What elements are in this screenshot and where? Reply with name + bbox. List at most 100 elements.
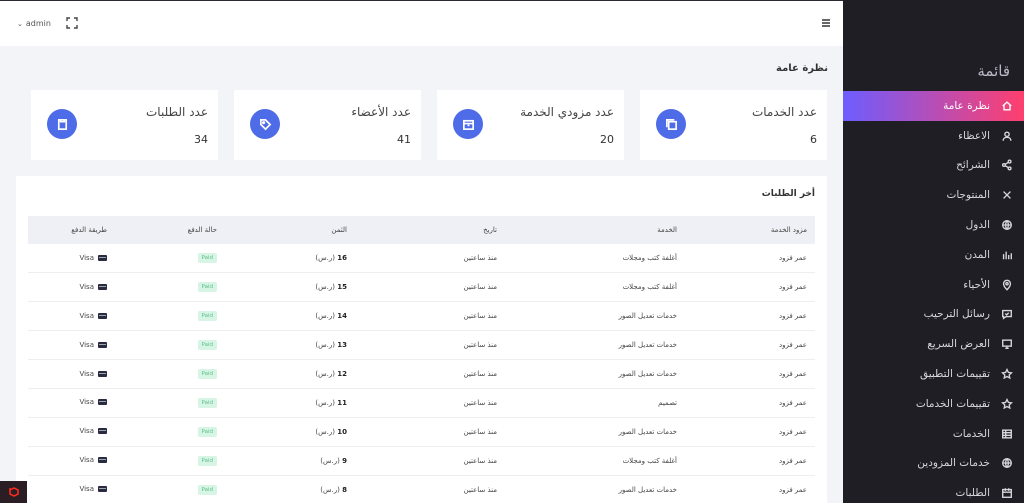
status-badge: Paid	[197, 282, 217, 293]
credit-card-icon	[98, 341, 107, 348]
provider-cell: عمر فزود	[778, 427, 807, 436]
provider-cell: عمر فزود	[778, 398, 807, 407]
latest-orders-panel: أخر الطلبات مزود الخدمة الخدمة تاريخ الث…	[16, 176, 827, 503]
menu-toggle-icon[interactable]	[821, 18, 831, 28]
date-cell: منذ ساعتين	[463, 341, 498, 350]
price-value: 12	[337, 370, 347, 378]
card-label: عدد الطلبات	[146, 105, 208, 119]
status-badge: Paid	[197, 397, 217, 408]
sidebar-item[interactable]: خدمات المزودين	[843, 449, 1024, 479]
page-title: نظرة عامة	[776, 63, 828, 74]
provider-cell: عمر فزود	[778, 312, 807, 321]
sidebar-item-label: تقييمات التطبيق	[919, 368, 990, 381]
service-cell: أغلفة كتب ومجلات	[622, 283, 677, 292]
clipboard-icon	[47, 109, 77, 139]
sidebar-item[interactable]: المدن	[843, 240, 1024, 270]
sidebar-item[interactable]: العرض السريع	[843, 329, 1024, 359]
method-label: Visa	[79, 282, 94, 291]
method-cell: Visa	[28, 273, 115, 302]
sidebar-item[interactable]: رسائل الترحيب	[843, 300, 1024, 330]
price-cell: 10 (ر.س)	[225, 417, 355, 446]
card-value: 34	[194, 133, 208, 146]
sidebar-item[interactable]: تقييمات التطبيق	[843, 359, 1024, 389]
table-row[interactable]: عمر فزود تصميم منذ ساعتين 11 (ر.س) Paid Visa	[28, 388, 815, 418]
sidebar-item[interactable]: الشرائح	[843, 151, 1024, 181]
credit-card-icon	[98, 399, 107, 406]
method-cell: Visa	[28, 331, 115, 360]
method-label: Visa	[79, 369, 94, 378]
credit-card-icon	[98, 312, 107, 319]
fullscreen-icon[interactable]	[66, 17, 78, 29]
bar-chart-icon	[1000, 248, 1014, 262]
method-label: Visa	[79, 398, 94, 407]
user-icon	[1000, 129, 1014, 143]
sidebar-item[interactable]: الخدمات	[843, 419, 1024, 449]
sidebar-item[interactable]: الدول	[843, 210, 1024, 240]
user-menu-label: admin	[25, 19, 51, 28]
status-cell: Paid	[115, 331, 225, 360]
credit-card-icon	[98, 428, 107, 435]
star-icon	[1000, 397, 1014, 411]
home-icon	[1000, 99, 1014, 113]
table-row[interactable]: عمر فزود خدمات تعديل الصور منذ ساعتين 13 (ر…	[28, 331, 815, 360]
debugbar-toggle[interactable]	[0, 481, 27, 503]
currency-label: (ر.س)	[315, 312, 336, 321]
price-cell: 15 (ر.س)	[225, 273, 355, 302]
sidebar-item-label: المنتوجات	[946, 189, 990, 202]
table-row[interactable]: عمر فزود خدمات تعديل الصور منذ ساعتين 14 (ر…	[28, 302, 815, 331]
card-label: عدد مزودي الخدمة	[520, 105, 614, 119]
column-header: الثمن	[331, 226, 347, 234]
price-cell: 14 (ر.س)	[225, 302, 355, 331]
table-row[interactable]: عمر فزود خدمات تعديل الصور منذ ساعتين 10 (ر…	[28, 417, 815, 447]
price-value: 8	[342, 485, 347, 494]
sidebar-item-label: الشرائح	[956, 159, 990, 172]
map-pin-icon	[1000, 278, 1014, 292]
currency-label: (ر.س)	[320, 456, 340, 465]
table-row[interactable]: عمر فزود أغلفة كتب ومجلات منذ ساعتين 9 (ر.س…	[28, 446, 815, 476]
sidebar-item[interactable]: تقييمات الخدمات	[843, 389, 1024, 419]
currency-label: (ر.س)	[315, 341, 336, 350]
provider-cell: عمر فزود	[778, 283, 807, 292]
table-row[interactable]: عمر فزود أغلفة كتب ومجلات منذ ساعتين 15 (ر.…	[28, 273, 815, 302]
credit-card-icon	[98, 254, 107, 261]
price-value: 11	[337, 398, 347, 407]
status-cell: Paid	[115, 302, 225, 331]
table-row[interactable]: عمر فزود أغلفة كتب ومجلات منذ ساعتين 16 (ر.…	[28, 244, 815, 273]
table-header-row: مزود الخدمة الخدمة تاريخ الثمن حالة الدف…	[28, 216, 815, 244]
method-cell: Visa	[28, 302, 115, 331]
credit-card-icon	[98, 370, 107, 377]
status-badge: Paid	[197, 484, 217, 495]
card-providers: عدد مزودي الخدمة 20	[437, 90, 624, 160]
panel-title: أخر الطلبات	[761, 189, 815, 199]
sidebar-item-label: تقييمات الخدمات	[915, 397, 990, 410]
status-badge: Paid	[197, 253, 217, 264]
method-label: Visa	[79, 253, 94, 262]
provider-cell: عمر فزود	[778, 370, 807, 378]
card-members: عدد الأعضاء 41	[234, 90, 421, 160]
method-cell: Visa	[28, 244, 115, 273]
price-cell: 8 (ر.س)	[225, 475, 355, 503]
sidebar-item-label: الطلبات	[955, 487, 990, 500]
sidebar-item[interactable]: الأحياء	[843, 270, 1024, 300]
price-value: 10	[337, 427, 347, 436]
sidebar-item[interactable]: المنتوجات	[843, 180, 1024, 210]
price-value: 9	[342, 456, 347, 465]
user-menu[interactable]: ⌄ admin	[17, 19, 51, 28]
x-icon	[1000, 188, 1014, 202]
provider-cell: عمر فزود	[778, 254, 807, 263]
price-cell: 9 (ر.س)	[225, 446, 355, 475]
card-label: عدد الأعضاء	[351, 105, 411, 119]
sidebar-item[interactable]: الطلبات	[843, 478, 1024, 503]
sidebar-item[interactable]: نظرة عامة	[843, 91, 1024, 121]
currency-label: (ر.س)	[315, 370, 336, 378]
globe-icon	[1000, 456, 1014, 470]
copy-icon	[656, 109, 686, 139]
service-cell: أغلفة كتب ومجلات	[622, 456, 677, 465]
table-row[interactable]: عمر فزود خدمات تعديل الصور منذ ساعتين 8 (ر.…	[28, 475, 815, 503]
card-services: عدد الخدمات 6	[640, 90, 827, 160]
star-icon	[1000, 367, 1014, 381]
orders-table: مزود الخدمة الخدمة تاريخ الثمن حالة الدف…	[28, 216, 815, 503]
price-value: 15	[337, 283, 347, 292]
sidebar-item[interactable]: الاعظاء	[843, 121, 1024, 151]
table-row[interactable]: عمر فزود خدمات تعديل الصور منذ ساعتين 12 (ر…	[28, 360, 815, 389]
